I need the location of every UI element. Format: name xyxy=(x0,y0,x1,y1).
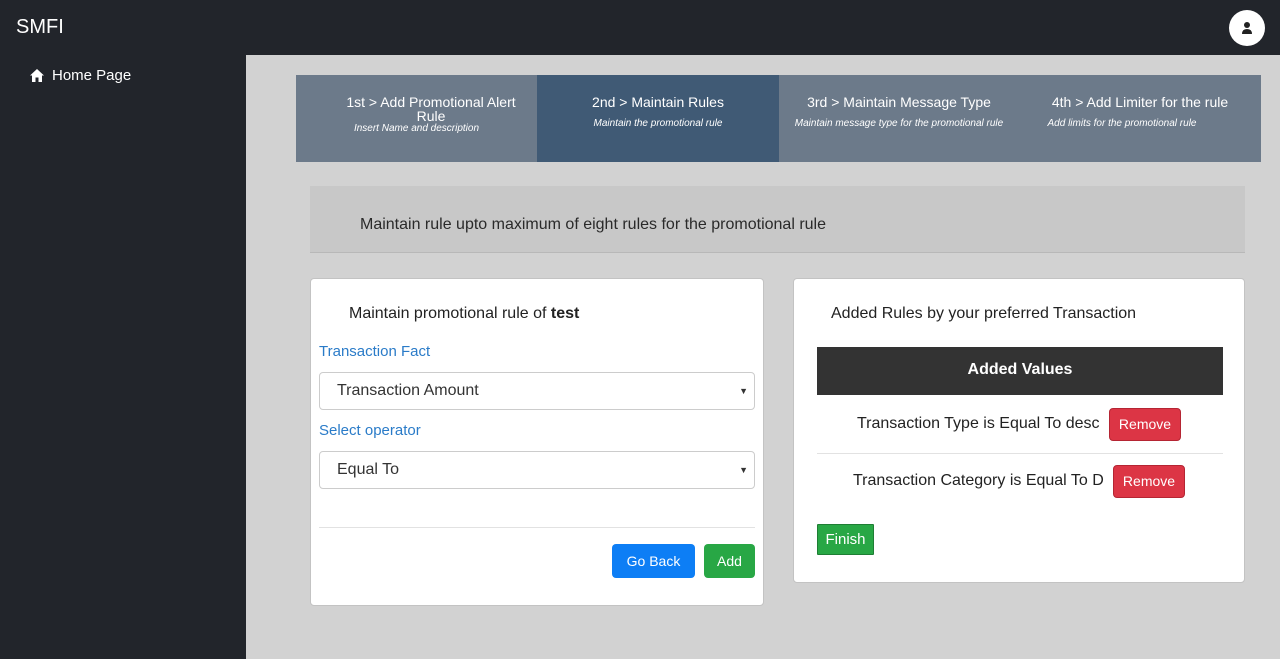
form-heading-prefix: Maintain promotional rule of xyxy=(349,305,547,322)
chevron-down-icon: ▼ xyxy=(739,386,748,396)
user-avatar-button[interactable] xyxy=(1229,10,1265,46)
step-subtitle: Maintain message type for the promotiona… xyxy=(794,118,1004,129)
go-back-button[interactable]: Go Back xyxy=(612,544,695,578)
table-row-text: Transaction Type is Equal To desc xyxy=(857,415,1100,432)
table-row-text: Transaction Category is Equal To D xyxy=(853,472,1104,489)
rule-form-card: Maintain promotional rule of test Transa… xyxy=(310,278,764,606)
top-navbar: SMFI xyxy=(0,0,1280,55)
step-title: 2nd > Maintain Rules xyxy=(592,94,724,110)
form-divider xyxy=(319,527,755,528)
chevron-down-icon: ▼ xyxy=(739,465,748,475)
step-title: 1st > Add Promotional Alert Rule xyxy=(346,94,516,124)
step-maintain-message-type[interactable]: 3rd > Maintain Message Type Maintain mes… xyxy=(779,75,1019,162)
step-add-limiter[interactable]: 4th > Add Limiter for the rule Add limit… xyxy=(1019,75,1261,162)
step-subtitle: Add limits for the promotional rule xyxy=(1047,118,1197,129)
row-divider xyxy=(817,453,1223,454)
app-brand[interactable]: SMFI xyxy=(16,16,64,39)
sidebar-item-home[interactable]: Home Page xyxy=(30,67,131,84)
added-rules-card: Added Rules by your preferred Transactio… xyxy=(793,278,1245,583)
step-maintain-rules[interactable]: 2nd > Maintain Rules Maintain the promot… xyxy=(537,75,779,162)
step-subtitle: Maintain the promotional rule xyxy=(593,118,723,129)
remove-button[interactable]: Remove xyxy=(1113,465,1185,498)
form-heading: Maintain promotional rule of test xyxy=(349,305,579,323)
step-add-promotional-alert-rule[interactable]: 1st > Add Promotional Alert Rule Insert … xyxy=(296,75,537,162)
step-title: 3rd > Maintain Message Type xyxy=(807,94,991,110)
home-icon xyxy=(30,69,44,82)
add-button[interactable]: Add xyxy=(704,544,755,578)
transaction-fact-value: Transaction Amount xyxy=(337,382,479,399)
transaction-fact-select[interactable]: Transaction Amount ▼ xyxy=(319,372,755,410)
finish-button[interactable]: Finish xyxy=(817,524,874,555)
step-title: 4th > Add Limiter for the rule xyxy=(1051,94,1229,110)
user-icon xyxy=(1242,22,1252,34)
info-banner: Maintain rule upto maximum of eight rule… xyxy=(310,186,1245,253)
info-text: Maintain rule upto maximum of eight rule… xyxy=(360,216,826,233)
rule-name: test xyxy=(550,305,580,322)
transaction-fact-label: Transaction Fact xyxy=(319,343,431,360)
added-rules-heading: Added Rules by your preferred Transactio… xyxy=(831,305,1137,322)
sidebar-item-label: Home Page xyxy=(52,67,132,84)
operator-select[interactable]: Equal To ▼ xyxy=(319,451,755,489)
table-header: Added Values xyxy=(817,347,1223,395)
remove-button[interactable]: Remove xyxy=(1109,408,1181,441)
step-subtitle: Insert Name and description xyxy=(353,123,480,134)
sidebar: Home Page xyxy=(0,55,246,659)
wizard-steps: 1st > Add Promotional Alert Rule Insert … xyxy=(296,75,1261,162)
operator-value: Equal To xyxy=(337,461,399,478)
select-operator-label: Select operator xyxy=(319,422,421,439)
